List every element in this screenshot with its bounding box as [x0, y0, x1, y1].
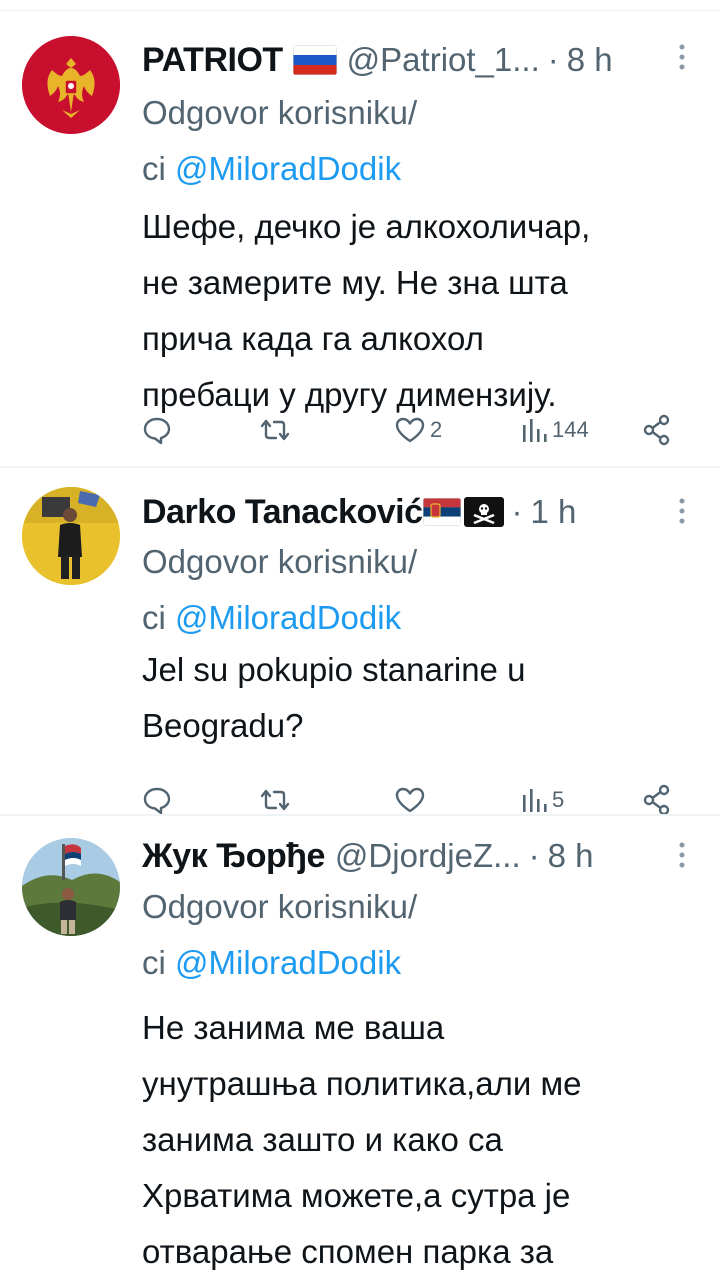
timestamp[interactable]: 1 h — [531, 493, 577, 531]
tweet[interactable]: Darko Tanacković · 1 h Odgovor korisniku… — [0, 468, 720, 816]
views-count: 5 — [552, 787, 565, 812]
tweet-text: Jel su pokupio stanarine u Beogradu? — [142, 642, 702, 754]
reply-mention-link[interactable]: @MiloradDodik — [175, 599, 401, 636]
avatar[interactable] — [22, 487, 120, 585]
tweet-text-line: прича када га алкохол — [142, 320, 484, 357]
display-name[interactable]: Darko Tanacković — [142, 493, 423, 532]
retweet-icon — [260, 419, 290, 441]
retweet-icon — [260, 789, 290, 811]
reply-context: Odgovor korisniku/ ci @MiloradDodik — [142, 879, 417, 991]
share-button[interactable] — [642, 410, 672, 450]
reply-prefix-2: ci — [142, 944, 166, 981]
reply-context: Odgovor korisniku/ ci @MiloradDodik — [142, 85, 417, 197]
user-photo-icon — [22, 838, 120, 936]
reply-mention-link[interactable]: @MiloradDodik — [175, 944, 401, 981]
timestamp[interactable]: 8 h — [548, 837, 594, 875]
tweet-header: Жук Ђорђе @DjordjeZ... · 8 h — [142, 834, 702, 878]
tweet-text-line: отварање спомен парка за — [142, 1233, 554, 1270]
user-photo-icon — [22, 487, 120, 585]
timestamp[interactable]: 8 h — [567, 41, 613, 79]
tweet-text: Шефе, дечко је алкохоличар, не замерите … — [142, 199, 702, 423]
reply-icon — [143, 787, 171, 815]
tweet-text-line: занима зашто и како са — [142, 1121, 503, 1158]
coat-of-arms-icon — [22, 36, 120, 134]
like-button[interactable]: 2 — [394, 410, 442, 450]
tweet-text-line: Шефе, дечко је алкохоличар, — [142, 208, 591, 245]
reply-prefix-2: ci — [142, 599, 166, 636]
separator-dot: · — [547, 41, 559, 78]
pirate-flag-icon — [463, 497, 504, 527]
like-icon — [395, 787, 425, 813]
views-count: 144 — [552, 417, 589, 442]
reply-mention-link[interactable]: @MiloradDodik — [175, 150, 401, 187]
user-handle[interactable]: @DjordjeZ... — [335, 837, 521, 875]
more-icon[interactable] — [672, 42, 692, 72]
tweet-text-line: Beogradu? — [142, 707, 304, 744]
tweet[interactable]: Жук Ђорђе @DjordjeZ... · 8 h Odgovor kor… — [0, 816, 720, 1270]
views-icon — [523, 789, 547, 812]
reply-prefix: Odgovor korisniku/ — [142, 543, 418, 580]
avatar[interactable] — [22, 36, 120, 134]
reply-icon — [143, 417, 171, 445]
user-handle[interactable]: @Patriot_1... — [347, 41, 540, 79]
display-name[interactable]: Жук Ђорђе — [142, 837, 325, 876]
reply-prefix: Odgovor korisniku/ — [142, 888, 418, 925]
more-icon[interactable] — [672, 840, 692, 870]
tweet-text-line: не замерите му. Не зна шта — [142, 264, 568, 301]
views-icon — [523, 419, 547, 442]
share-icon — [643, 784, 670, 816]
tweet-text-line: Хрватима можете,а сутра је — [142, 1177, 571, 1214]
views-button[interactable]: 144 — [520, 410, 589, 450]
more-icon[interactable] — [672, 496, 692, 526]
serbia-flag-icon — [422, 498, 461, 526]
share-icon — [643, 414, 670, 446]
reply-prefix-2: ci — [142, 150, 166, 187]
like-count: 2 — [430, 417, 443, 442]
tweet-header: PATRIOT @Patriot_1... · 8 h — [142, 38, 702, 82]
display-name[interactable]: PATRIOT — [142, 41, 283, 80]
tweet-text: Не занима ме ваша унутрашња политика,али… — [142, 1000, 702, 1280]
tweet-text-line: Не занима ме ваша — [142, 1009, 445, 1046]
avatar[interactable] — [22, 838, 120, 936]
russia-flag-icon — [292, 45, 337, 75]
like-icon — [395, 417, 425, 443]
reply-prefix: Odgovor korisniku/ — [142, 94, 418, 131]
separator-dot: · — [528, 837, 540, 874]
tweet[interactable]: PATRIOT @Patriot_1... · 8 h Odgovor kori… — [0, 0, 720, 466]
tweet-header: Darko Tanacković · 1 h — [142, 490, 702, 534]
reply-button[interactable] — [142, 410, 172, 450]
retweet-button[interactable] — [258, 410, 292, 450]
separator-dot: · — [511, 493, 523, 530]
reply-context: Odgovor korisniku/ ci @MiloradDodik — [142, 534, 417, 646]
tweet-actions: 2 144 — [142, 410, 682, 450]
tweet-text-line: унутрашња политика,али ме — [142, 1065, 582, 1102]
tweet-text-line: Jel su pokupio stanarine u — [142, 651, 526, 688]
